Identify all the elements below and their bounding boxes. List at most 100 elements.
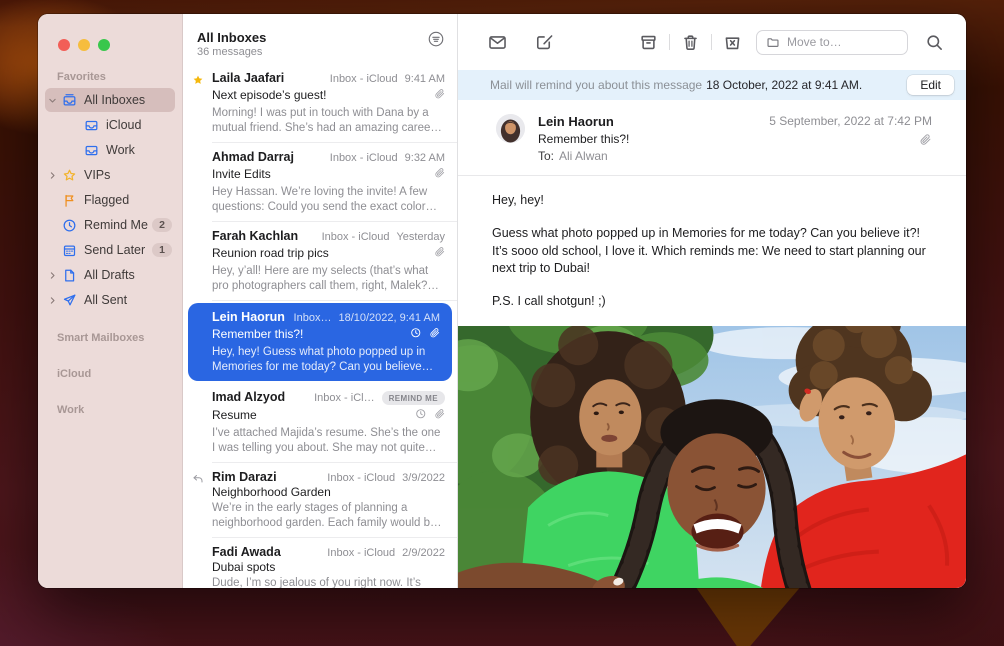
body-paragraph: Guess what photo popped up in Memories f… bbox=[492, 225, 930, 277]
message-preview: I’ve attached Majida’s resume. She’s the… bbox=[212, 426, 445, 455]
message-rows: Laila JaafariInbox - iCloud9:41 AM Next … bbox=[183, 64, 457, 588]
message-subject: Dubai spots bbox=[212, 560, 445, 574]
compose-icon[interactable] bbox=[535, 33, 554, 52]
move-to-field[interactable]: Move to… bbox=[756, 30, 908, 55]
message-preview: Morning! I was put in touch with Dana by… bbox=[212, 106, 445, 135]
message-sender: Farah Kachlan bbox=[212, 229, 298, 243]
message-row-lein-haorun[interactable]: Lein HaorunInbox…18/10/2022, 9:41 AM Rem… bbox=[188, 303, 452, 381]
gutter-spacer bbox=[183, 538, 212, 588]
message-row-fadi-awada[interactable]: Fadi AwadaInbox - iCloud2/9/2022 Dubai s… bbox=[183, 538, 457, 588]
message-time: 9:41 AM bbox=[405, 73, 445, 85]
message-preview: We’re in the early stages of planning a … bbox=[212, 501, 445, 530]
toolbar: Move to… bbox=[458, 14, 966, 70]
message-row-content: Fadi AwadaInbox - iCloud2/9/2022 Dubai s… bbox=[212, 538, 457, 588]
reminder-datetime: 18 October, 2022 at 9:41 AM. bbox=[706, 78, 862, 92]
message-row-content: Farah KachlanInbox - iCloudYesterday Reu… bbox=[212, 222, 457, 301]
message-subject: Next episode’s guest! bbox=[212, 88, 434, 102]
avatar[interactable] bbox=[496, 114, 525, 143]
wallpaper-wedge bbox=[692, 588, 804, 646]
sidebar-item-all-sent[interactable]: All Sent bbox=[45, 288, 175, 312]
star-icon bbox=[61, 167, 78, 184]
message-row-imad-alzyod[interactable]: Imad AlzyodInbox - iCl…REMIND ME Resume … bbox=[183, 383, 457, 463]
message-mailbox: Inbox - iCloud bbox=[330, 152, 398, 164]
inbox-icon bbox=[83, 117, 100, 134]
edit-reminder-button[interactable]: Edit bbox=[907, 75, 954, 95]
sidebar-item-all-drafts[interactable]: All Drafts bbox=[45, 263, 175, 287]
sidebar-item-label: All Drafts bbox=[84, 268, 175, 282]
message-row-content: Ahmad DarrajInbox - iCloud9:32 AM Invite… bbox=[212, 143, 457, 222]
message-mailbox: Inbox - iCloud bbox=[330, 73, 398, 85]
recipient-line: To: Ali Alwan bbox=[538, 149, 629, 163]
trash-icon[interactable] bbox=[681, 33, 700, 52]
star-icon bbox=[183, 64, 212, 143]
to-label: To: bbox=[538, 149, 554, 163]
sidebar-item-label: All Inboxes bbox=[84, 93, 175, 107]
sidebar-group-work[interactable]: Work bbox=[38, 404, 182, 420]
chevron-down-icon[interactable] bbox=[48, 96, 61, 105]
all-inboxes-icon bbox=[61, 92, 78, 109]
message-row-ahmad-darraj[interactable]: Ahmad DarrajInbox - iCloud9:32 AM Invite… bbox=[183, 143, 457, 222]
minimize-button[interactable] bbox=[78, 39, 90, 51]
message-preview: Hey, y’all! Here are my selects (that’s … bbox=[212, 264, 445, 293]
doc-icon bbox=[61, 267, 78, 284]
junk-icon[interactable] bbox=[723, 33, 742, 52]
chevron-right-icon[interactable] bbox=[48, 296, 61, 305]
body-paragraph: P.S. I call shotgun! ;) bbox=[492, 293, 930, 310]
zoom-button[interactable] bbox=[98, 39, 110, 51]
sidebar: Favorites All InboxesiCloudWorkVIPsFlagg… bbox=[38, 14, 183, 588]
sidebar-item-all-inboxes[interactable]: All Inboxes bbox=[45, 88, 175, 112]
message-preview: Hey, hey! Guess what photo popped up in … bbox=[212, 345, 440, 374]
get-mail-icon[interactable] bbox=[488, 33, 507, 52]
sidebar-group-smart-mailboxes[interactable]: Smart Mailboxes bbox=[38, 332, 182, 348]
gutter-spacer bbox=[183, 143, 212, 222]
toolbar-separator bbox=[711, 34, 712, 50]
sidebar-item-flagged[interactable]: Flagged bbox=[45, 188, 175, 212]
message-date: 5 September, 2022 at 7:42 PM bbox=[769, 114, 932, 128]
desktop-wallpaper: Favorites All InboxesiCloudWorkVIPsFlagg… bbox=[0, 0, 1004, 646]
sidebar-item-icloud[interactable]: iCloud bbox=[45, 113, 175, 137]
close-button[interactable] bbox=[58, 39, 70, 51]
sidebar-item-send-later[interactable]: Send Later1 bbox=[45, 238, 175, 262]
message-preview: Hey Hassan. We’re loving the invite! A f… bbox=[212, 185, 445, 214]
move-to-placeholder: Move to… bbox=[787, 35, 842, 49]
message-sender: Fadi Awada bbox=[212, 545, 281, 559]
archive-icon[interactable] bbox=[639, 33, 658, 52]
window-controls bbox=[38, 14, 182, 51]
message-row-laila-jaafari[interactable]: Laila JaafariInbox - iCloud9:41 AM Next … bbox=[183, 64, 457, 143]
toolbar-separator bbox=[669, 34, 670, 50]
message-row-content: Laila JaafariInbox - iCloud9:41 AM Next … bbox=[212, 64, 457, 143]
remind-me-badge: REMIND ME bbox=[382, 391, 445, 405]
photo-attachment[interactable] bbox=[458, 326, 966, 588]
attachment-paperclip-icon[interactable] bbox=[769, 133, 932, 146]
message-list-pane: All Inboxes 36 messages Laila JaafariInb… bbox=[183, 14, 458, 588]
message-mailbox: Inbox - iCl… bbox=[314, 392, 375, 404]
sidebar-item-work[interactable]: Work bbox=[45, 138, 175, 162]
search-icon[interactable] bbox=[925, 33, 944, 52]
message-subject: Remember this?! bbox=[212, 327, 410, 341]
sidebar-item-vips[interactable]: VIPs bbox=[45, 163, 175, 187]
gutter-spacer bbox=[183, 383, 212, 463]
message-mailbox: Inbox - iCloud bbox=[322, 231, 390, 243]
message-list-header: All Inboxes 36 messages bbox=[183, 14, 457, 64]
message-subject: Neighborhood Garden bbox=[212, 485, 445, 499]
body-paragraph: Hey, hey! bbox=[492, 192, 930, 209]
message-sender: Imad Alzyod bbox=[212, 390, 285, 404]
gutter-spacer bbox=[183, 222, 212, 301]
mail-window: Favorites All InboxesiCloudWorkVIPsFlagg… bbox=[38, 14, 966, 588]
filter-icon[interactable] bbox=[427, 30, 445, 48]
message-sender: Ahmad Darraj bbox=[212, 150, 294, 164]
reminder-banner: Mail will remind you about this message … bbox=[458, 70, 966, 100]
sidebar-groups: Smart Mailboxes iCloud Work bbox=[38, 332, 182, 420]
chevron-right-icon[interactable] bbox=[48, 271, 61, 280]
sidebar-item-remind-me[interactable]: Remind Me2 bbox=[45, 213, 175, 237]
unread-count-badge: 2 bbox=[152, 218, 172, 232]
message-subject: Invite Edits bbox=[212, 167, 434, 181]
message-mailbox: Inbox - iCloud bbox=[327, 472, 395, 484]
inbox-icon bbox=[83, 142, 100, 159]
message-row-farah-kachlan[interactable]: Farah KachlanInbox - iCloudYesterday Reu… bbox=[183, 222, 457, 301]
paperclip-icon bbox=[434, 86, 446, 104]
sidebar-group-icloud[interactable]: iCloud bbox=[38, 368, 182, 384]
chevron-right-icon[interactable] bbox=[48, 171, 61, 180]
recipient-name[interactable]: Ali Alwan bbox=[559, 149, 608, 163]
message-row-rim-darazi[interactable]: Rim DaraziInbox - iCloud3/9/2022 Neighbo… bbox=[183, 463, 457, 538]
